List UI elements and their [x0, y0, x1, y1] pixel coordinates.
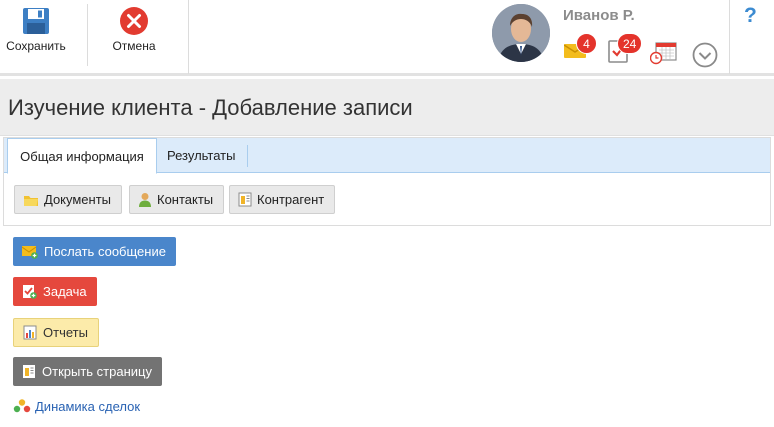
documents-button-label: Документы	[44, 192, 112, 207]
page-icon	[23, 365, 35, 378]
folder-icon	[24, 195, 38, 206]
documents-button[interactable]: Документы	[14, 185, 123, 214]
document-card-icon	[238, 192, 252, 207]
open-page-button[interactable]: Открыть страницу	[13, 357, 162, 386]
bar-chart-icon	[23, 325, 37, 340]
tab-results[interactable]: Результаты	[167, 145, 249, 167]
contact-person-icon	[139, 193, 151, 207]
help-icon[interactable]: ?	[744, 4, 757, 28]
toolbar-divider	[87, 4, 88, 66]
deals-dynamics-label: Динамика сделок	[35, 398, 141, 414]
tasks-count-badge: 24	[617, 33, 643, 54]
task-label: Задача	[43, 284, 87, 299]
counterparty-button[interactable]: Контрагент	[229, 185, 336, 214]
cancel-button[interactable]: Отмена	[100, 0, 168, 74]
contacts-button-label: Контакты	[157, 192, 214, 207]
page-title: Изучение клиента - Добавление записи	[8, 95, 413, 120]
counterparty-button-label: Контрагент	[257, 192, 325, 207]
envelope-plus-icon	[22, 245, 38, 259]
cancel-button-label: Отмена	[112, 39, 156, 53]
close-circle-icon	[120, 7, 148, 35]
deals-dynamics-icon	[13, 399, 31, 413]
tab-bar: Общая информация Результаты	[4, 138, 770, 174]
top-toolbar: Сохранить Отмена Иванов Р. 4 24 ?	[0, 0, 774, 76]
send-message-button[interactable]: Послать сообщение	[13, 237, 176, 266]
floppy-disk-icon	[23, 8, 49, 34]
send-message-label: Послать сообщение	[44, 244, 166, 259]
messages-count-badge: 4	[576, 33, 597, 54]
task-plus-icon	[23, 285, 37, 299]
reports-button[interactable]: Отчеты	[13, 318, 99, 347]
user-name[interactable]: Иванов Р.	[563, 7, 635, 24]
user-photo-icon	[492, 4, 550, 62]
calendar-clock-icon[interactable]	[650, 41, 678, 65]
title-bar: Изучение клиента - Добавление записи	[0, 79, 774, 136]
tab-general-info[interactable]: Общая информация	[7, 138, 157, 174]
contacts-button[interactable]: Контакты	[129, 185, 225, 214]
save-button-label: Сохранить	[6, 39, 66, 53]
chevron-down-circle-icon[interactable]	[692, 42, 718, 68]
user-panel: Иванов Р. 4 24	[188, 0, 730, 74]
deals-dynamics-link[interactable]: Динамика сделок	[13, 398, 140, 414]
open-page-label: Открыть страницу	[42, 364, 152, 379]
tabs-panel: Общая информация Результаты Документы Ко…	[3, 137, 771, 226]
avatar[interactable]	[492, 4, 550, 62]
reports-label: Отчеты	[43, 325, 88, 340]
task-button[interactable]: Задача	[13, 277, 97, 306]
save-button[interactable]: Сохранить	[0, 0, 72, 74]
